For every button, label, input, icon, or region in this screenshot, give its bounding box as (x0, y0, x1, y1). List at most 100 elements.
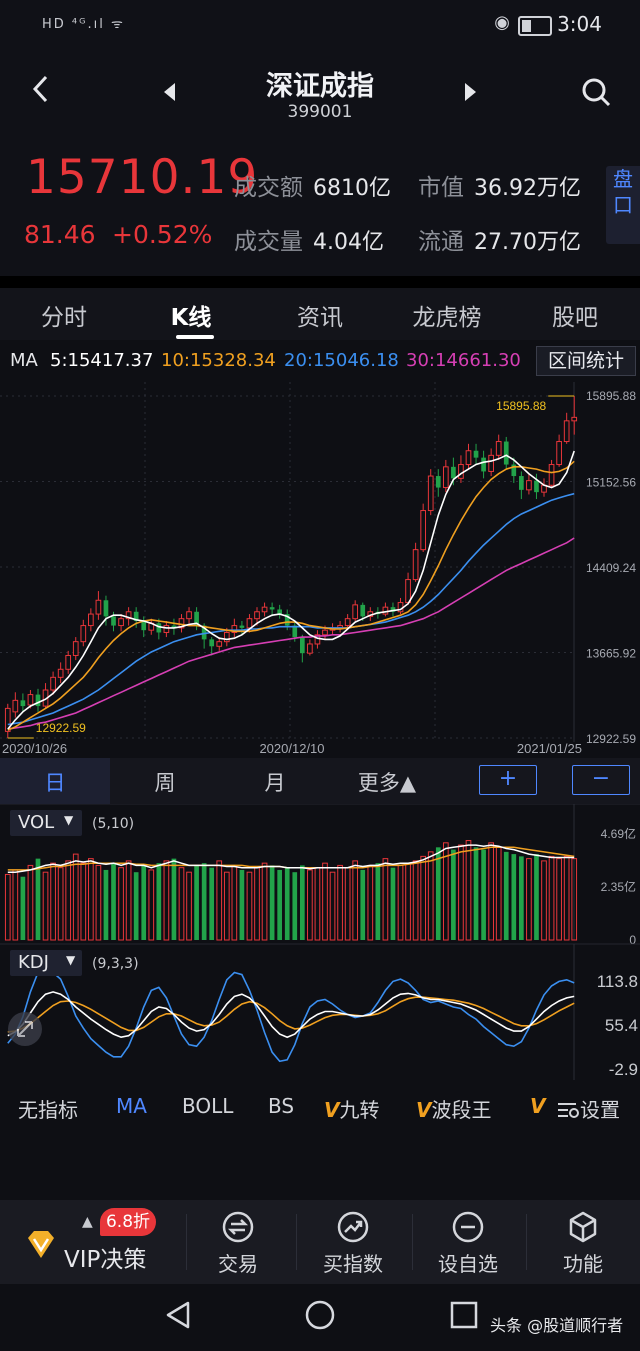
last-price: 15710.19 (26, 150, 259, 205)
ma10-line (7, 460, 575, 731)
candle (465, 450, 472, 466)
period-week[interactable]: 周 (120, 767, 210, 797)
candle (223, 631, 230, 643)
tab-dragon-tiger[interactable]: 龙虎榜 (402, 298, 492, 332)
indicator-panels[interactable]: 4.69亿 2.35亿 0 113.8 55.4 -2.9 (0, 804, 640, 1080)
function-button[interactable]: 功能 (528, 1200, 638, 1284)
settings-label: 设置 (580, 1098, 620, 1122)
vol-tick-label: 0 (629, 933, 636, 947)
trade-button[interactable]: 交易 (183, 1200, 293, 1284)
y-tick-label: 13665.92 (586, 647, 636, 661)
volume-bar (65, 860, 72, 941)
volume-bar (4, 873, 11, 941)
candle (216, 641, 223, 647)
volume-bar (141, 865, 147, 940)
nine-turn-label: 九转 (339, 1098, 380, 1122)
page-title: 深证成指 (266, 71, 374, 102)
empty-area (0, 1130, 640, 1200)
volume-bar (352, 860, 359, 941)
tab-intraday[interactable]: 分时 (19, 298, 109, 332)
volume-bar (465, 840, 472, 941)
zoom-out-button[interactable]: − (572, 765, 630, 795)
volume-bar (57, 867, 64, 941)
tab-kline[interactable]: K线 (146, 298, 236, 332)
period-more[interactable]: 更多▲ (342, 767, 432, 797)
watermark: 头条 @股道顺行者 (490, 1316, 624, 1335)
x-tick-label: 2021/01/25 (517, 741, 582, 756)
tab-bar: 分时 K线 资讯 龙虎榜 股吧 (0, 288, 640, 340)
range-stats-button[interactable]: 区间统计 (536, 346, 636, 376)
buy-index-button[interactable]: 买指数 (298, 1200, 408, 1284)
turnover-value: 6810亿 (313, 176, 391, 201)
indicator-nine-turn[interactable]: V九转 (324, 1094, 379, 1123)
tab-news[interactable]: 资讯 (275, 298, 365, 332)
candle (427, 475, 434, 512)
indicator-settings[interactable]: 设置 (556, 1094, 620, 1123)
volume-bar (473, 847, 479, 940)
vol-params: (5,10) (92, 816, 135, 832)
dropdown-icon: ▼ (66, 953, 76, 967)
candle (563, 420, 570, 443)
candle (118, 618, 124, 627)
search-icon[interactable] (580, 76, 612, 112)
candle (20, 700, 26, 707)
collapse-arrows-icon[interactable] (8, 1012, 42, 1046)
candle (503, 441, 509, 465)
quote-panel: 15710.19 81.46 +0.52% 成交额 6810亿 成交量 4.04… (0, 140, 640, 276)
nav-recents-icon[interactable] (450, 1301, 478, 1329)
volume-bar (534, 854, 539, 940)
vip-label: VIP决策 (64, 1247, 147, 1273)
volume-bar (216, 860, 223, 941)
y-tick-label: 15895.88 (586, 389, 636, 403)
candle (246, 618, 253, 629)
candle (360, 604, 366, 617)
zoom-in-button[interactable]: + (479, 765, 537, 795)
next-stock-icon[interactable] (462, 82, 478, 106)
vol-selector[interactable]: VOL ▼ (10, 810, 82, 836)
volume-bar (367, 864, 374, 941)
battery-icon (518, 16, 552, 36)
period-month[interactable]: 月 (230, 767, 320, 797)
indicator-bs[interactable]: BS (268, 1094, 294, 1118)
volume-bar (292, 872, 298, 940)
buy-index-icon (337, 1211, 369, 1243)
volume-bar (42, 871, 49, 941)
vip-decision-button[interactable]: ▲ 6.8折 VIP决策 (0, 1200, 180, 1284)
nav-back-icon[interactable] (164, 1300, 192, 1330)
candle (556, 441, 562, 466)
candle (420, 510, 427, 551)
tab-forum[interactable]: 股吧 (530, 298, 620, 332)
add-watchlist-icon (452, 1211, 484, 1243)
kline-chart[interactable]: 15895.88 15152.56 14409.24 13665.92 12922.59… (0, 382, 640, 758)
indicator-boll[interactable]: BOLL (182, 1094, 233, 1118)
candle (72, 641, 79, 656)
volume-bar (20, 876, 26, 940)
kdj-j-line (7, 971, 575, 1063)
y-tick-label: 15152.56 (586, 476, 636, 490)
bottom-action-bar: ▲ 6.8折 VIP决策 交易 买指数 设自选 功能 (0, 1200, 640, 1284)
add-watchlist-button[interactable]: 设自选 (413, 1200, 523, 1284)
y-tick-label: 12922.59 (586, 732, 636, 746)
volume-bar (12, 869, 19, 941)
nav-home-icon[interactable] (304, 1299, 336, 1331)
ma30-value: 30:14661.30 (406, 350, 521, 371)
volume-bar (458, 844, 464, 941)
indicator-wave-king[interactable]: V波段王 (416, 1094, 491, 1123)
mktcap-label: 市值 (418, 175, 464, 201)
clock: 3:04 (557, 12, 602, 36)
status-bar: HD ⁴ᴳ.ıl ᯤ ◉ 3:04 (0, 0, 640, 52)
float-label: 流通 (418, 229, 464, 255)
indicator-ma[interactable]: MA (116, 1094, 147, 1118)
volume-bar (95, 864, 102, 941)
period-day[interactable]: 日 (10, 767, 100, 797)
kdj-selector[interactable]: KDJ ▼ (10, 950, 82, 976)
kdj-tick-label: 113.8 (597, 972, 638, 991)
pankou-button[interactable]: 盘口 (606, 166, 640, 244)
ma30-line (7, 537, 575, 730)
eye-comfort-icon: ◉ (494, 12, 510, 33)
x-tick-label: 2020/12/10 (259, 741, 324, 756)
up-arrow-icon: ▲ (82, 1214, 93, 1230)
volume-bar (239, 869, 245, 940)
candle (35, 694, 41, 707)
indicator-none[interactable]: 无指标 (18, 1094, 78, 1123)
